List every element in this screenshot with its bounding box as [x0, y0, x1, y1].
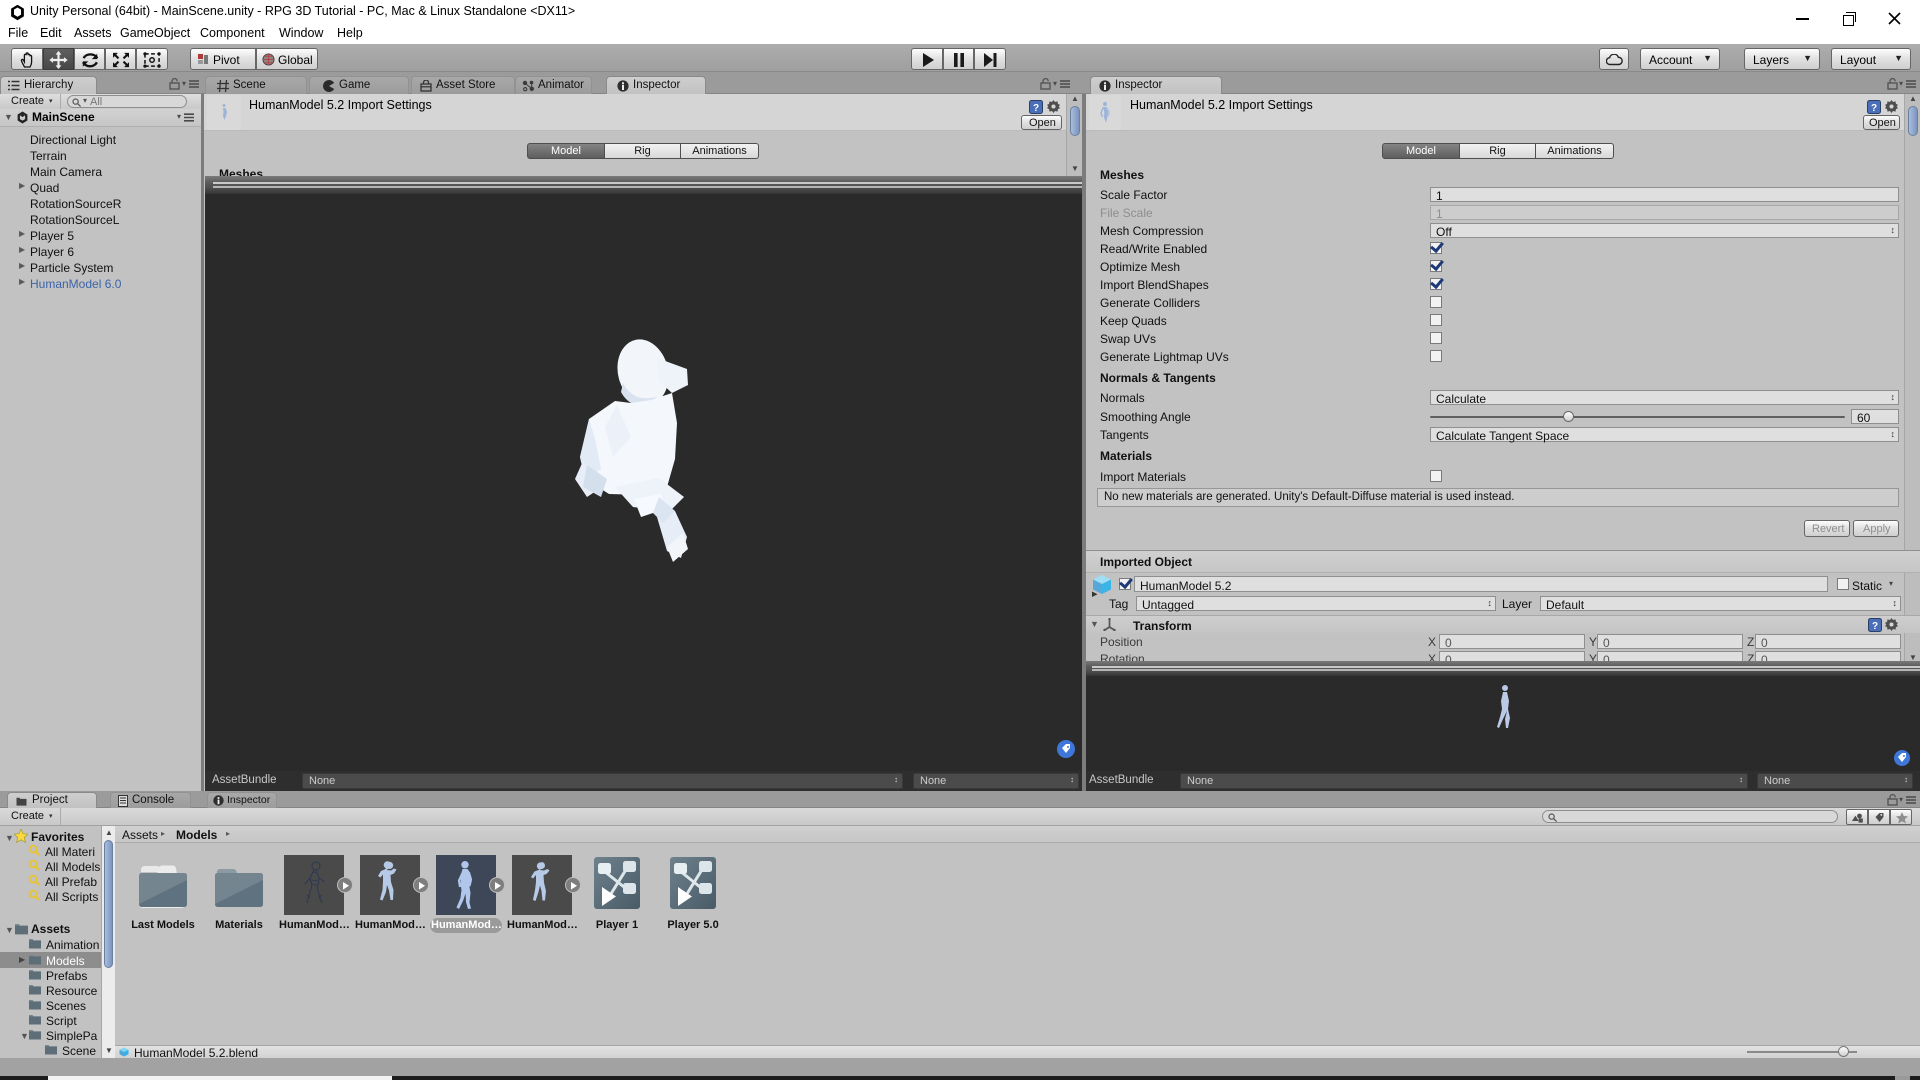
svg-text:?: ?	[1871, 103, 1877, 114]
svg-text:?: ?	[1872, 621, 1878, 632]
svg-text:?: ?	[1033, 103, 1039, 114]
